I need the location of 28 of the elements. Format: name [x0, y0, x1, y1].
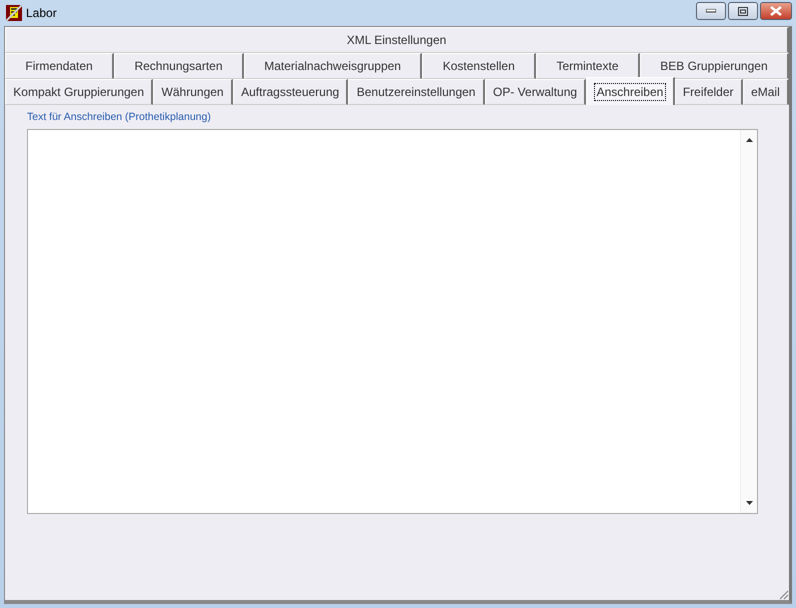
- tab[interactable]: Freifelder: [674, 79, 743, 105]
- app-icon: [6, 5, 22, 21]
- tab[interactable]: eMail: [742, 79, 789, 105]
- tab[interactable]: Kompakt Gruppierungen: [5, 79, 154, 105]
- minimize-button[interactable]: [696, 2, 726, 20]
- resize-grip-icon: [778, 589, 789, 600]
- tab[interactable]: Firmendaten: [5, 53, 114, 79]
- maximize-icon: [738, 6, 748, 16]
- tab[interactable]: Währungen: [153, 79, 233, 105]
- tab[interactable]: Kostenstellen: [422, 53, 536, 79]
- minimize-icon: [706, 9, 716, 13]
- scrollbar[interactable]: [740, 130, 757, 513]
- tab[interactable]: Rechnungsarten: [114, 53, 244, 79]
- tab[interactable]: OP- Verwaltung: [484, 79, 586, 105]
- tab[interactable]: Auftragssteuerung: [232, 79, 348, 105]
- window-title: Labor: [26, 6, 57, 20]
- scroll-down-icon: [746, 501, 752, 505]
- field-label: Text für Anschreiben (Prothetikplanung): [27, 111, 212, 123]
- tab[interactable]: Termintexte: [536, 53, 640, 79]
- tab[interactable]: BEB Gruppierungen: [640, 53, 789, 79]
- maximize-button[interactable]: [728, 2, 758, 20]
- scroll-up-icon: [746, 138, 752, 142]
- close-icon: [770, 6, 782, 16]
- tab[interactable]: Anschreiben: [586, 77, 675, 105]
- tab[interactable]: Benutzereinstellungen: [348, 79, 485, 105]
- tab[interactable]: XML Einstellungen: [5, 27, 789, 53]
- close-button[interactable]: [760, 2, 792, 20]
- tab[interactable]: Materialnachweisgruppen: [244, 53, 422, 79]
